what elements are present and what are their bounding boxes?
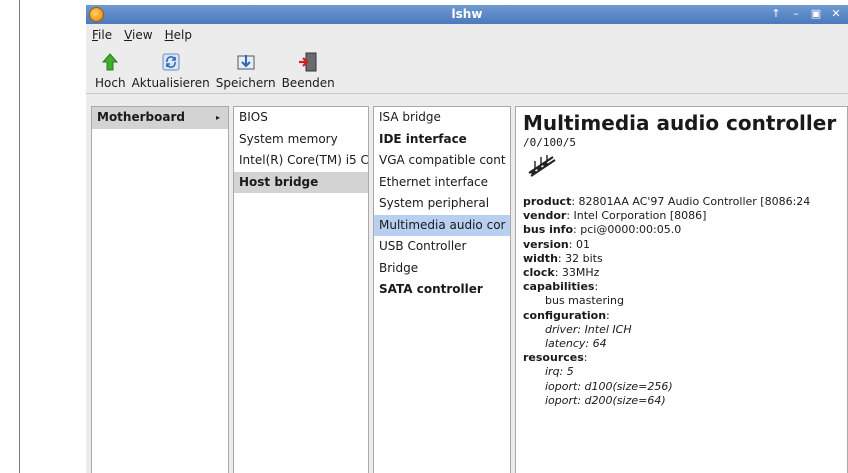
menu-view[interactable]: View bbox=[124, 28, 152, 42]
device-title: Multimedia audio controller bbox=[523, 111, 837, 135]
window-title: lshw bbox=[451, 7, 483, 21]
prop-configuration: configuration: bbox=[523, 308, 610, 322]
config-item: driver: Intel ICH bbox=[545, 322, 632, 336]
close-icon[interactable]: ✕ bbox=[828, 6, 844, 22]
refresh-button-label: Aktualisieren bbox=[131, 76, 210, 90]
list-item[interactable]: BIOS bbox=[234, 107, 368, 129]
save-button[interactable]: Speichern bbox=[213, 52, 279, 93]
prop-bus-info: bus info: pci@0000:00:05.0 bbox=[523, 223, 682, 237]
list-item[interactable]: USB Controller bbox=[374, 236, 510, 258]
column-level3: ISA bridge IDE interface VGA compatible … bbox=[373, 106, 511, 473]
list-item[interactable]: IDE interface bbox=[374, 129, 510, 151]
list-item-multimedia-audio[interactable]: Multimedia audio cor bbox=[374, 214, 510, 236]
title-bar[interactable]: lshw ↑ – ▣ ✕ bbox=[86, 5, 848, 24]
menu-bar: File View Help bbox=[86, 24, 848, 45]
left-background-window-edge bbox=[0, 0, 20, 473]
lshw-window: lshw ↑ – ▣ ✕ File View Help Hoch Aktuali… bbox=[86, 5, 848, 473]
exit-door-icon bbox=[298, 52, 318, 72]
list-item[interactable]: Ethernet interface bbox=[374, 172, 510, 194]
resource-item: ioport: d200(size=64) bbox=[545, 393, 666, 407]
properties-list: product: 82801AA AC'97 Audio Controller … bbox=[516, 195, 847, 408]
prop-width: width: 32 bits bbox=[523, 251, 603, 265]
config-item: latency: 64 bbox=[545, 337, 607, 351]
quit-button[interactable]: Beenden bbox=[279, 52, 338, 93]
device-path: /0/100/5 bbox=[523, 136, 576, 149]
prop-vendor: vendor: Intel Corporation [8086] bbox=[523, 209, 707, 223]
expand-arrow-icon: ▸ bbox=[215, 113, 220, 122]
music-notes-icon bbox=[516, 153, 847, 183]
list-item-motherboard[interactable]: Motherboard ▸ bbox=[92, 107, 228, 129]
up-arrow-icon bbox=[102, 52, 119, 72]
save-icon bbox=[236, 52, 256, 72]
shade-up-icon[interactable]: ↑ bbox=[768, 6, 784, 22]
list-item[interactable]: System peripheral bbox=[374, 193, 510, 215]
device-browser: Motherboard ▸ BIOS System memory Intel(R… bbox=[91, 106, 848, 473]
menu-file[interactable]: File bbox=[92, 28, 112, 42]
prop-resources: resources: bbox=[523, 351, 588, 365]
maximize-icon[interactable]: ▣ bbox=[808, 6, 824, 22]
refresh-icon bbox=[162, 52, 180, 72]
prop-capabilities: capabilities: bbox=[523, 280, 599, 294]
prop-version: version: 01 bbox=[523, 237, 590, 251]
resource-item: irq: 5 bbox=[545, 365, 574, 379]
capability-item: bus mastering bbox=[545, 294, 624, 308]
list-item[interactable]: System memory bbox=[234, 129, 368, 151]
up-button[interactable]: Hoch bbox=[92, 52, 129, 93]
column-level2: BIOS System memory Intel(R) Core(TM) i5 … bbox=[233, 106, 369, 473]
list-item-host-bridge[interactable]: Host bridge bbox=[234, 171, 368, 193]
toolbar: Hoch Aktualisieren Speichern Beenden bbox=[86, 45, 848, 94]
quit-button-label: Beenden bbox=[281, 76, 335, 90]
list-item[interactable]: VGA compatible cont bbox=[374, 150, 510, 172]
menu-help[interactable]: Help bbox=[165, 28, 192, 42]
list-item[interactable]: Intel(R) Core(TM) i5 C bbox=[234, 150, 368, 172]
prop-clock: clock: 33MHz bbox=[523, 266, 600, 280]
column-level1: Motherboard ▸ bbox=[91, 106, 229, 473]
minimize-icon[interactable]: – bbox=[788, 6, 804, 22]
detail-pane: Multimedia audio controller /0/100/5 pro… bbox=[515, 106, 848, 473]
prop-product: product: 82801AA AC'97 Audio Controller … bbox=[523, 195, 811, 208]
refresh-button[interactable]: Aktualisieren bbox=[129, 52, 213, 93]
list-item[interactable]: SATA controller bbox=[374, 279, 510, 301]
list-item[interactable]: ISA bridge bbox=[374, 107, 510, 129]
resource-item: ioport: d100(size=256) bbox=[545, 379, 673, 393]
up-button-label: Hoch bbox=[95, 76, 126, 90]
save-button-label: Speichern bbox=[215, 76, 276, 90]
list-item[interactable]: Bridge bbox=[374, 258, 510, 280]
